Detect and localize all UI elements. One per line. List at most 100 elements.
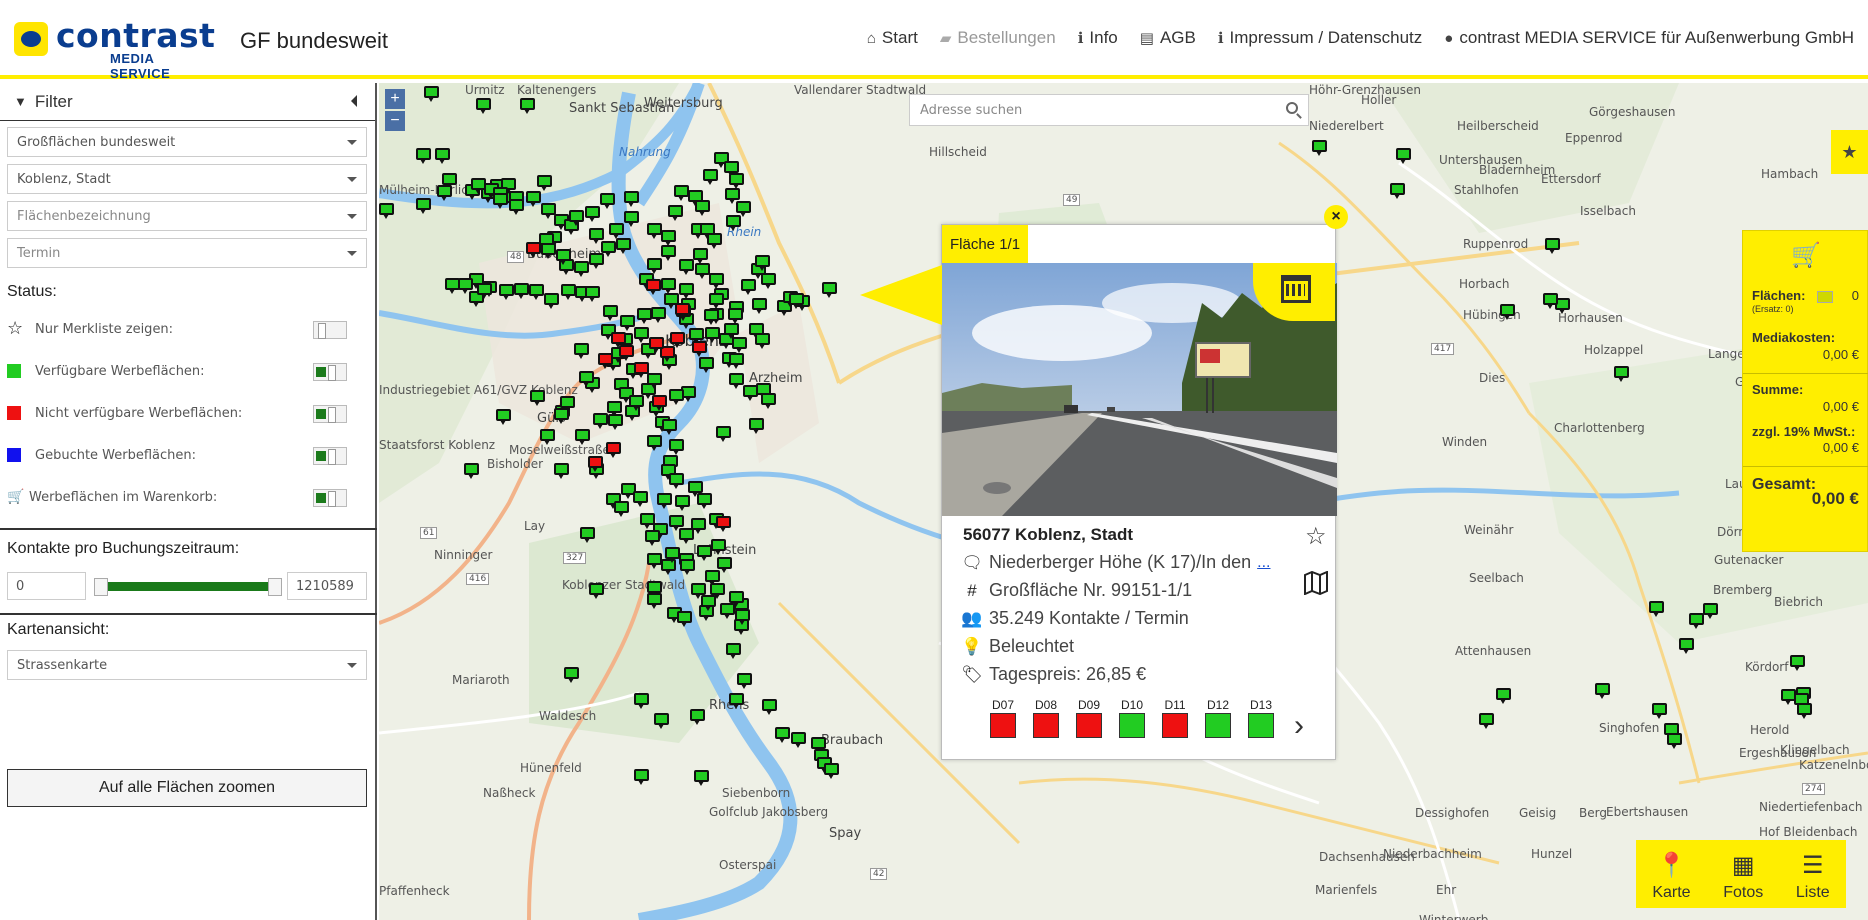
map-marker-icon[interactable] [649,337,664,353]
map-marker-icon[interactable] [1545,238,1560,254]
select-flaechenbezeichnung[interactable]: Flächenbezeichnung [7,201,367,231]
map-marker-icon[interactable] [1649,601,1664,617]
map-marker-icon[interactable] [598,353,613,369]
map-marker-icon[interactable] [554,463,569,479]
map-marker-icon[interactable] [669,473,684,489]
map-marker-icon[interactable] [526,191,541,207]
map-marker-icon[interactable] [749,418,764,434]
map-icon[interactable] [1304,571,1328,595]
zoom-in-button[interactable]: + [385,89,405,109]
location-more-link[interactable]: ... [1257,554,1270,572]
day-status-box[interactable] [1119,713,1145,738]
map-marker-icon[interactable] [634,769,649,785]
map-marker-icon[interactable] [609,223,624,239]
map-marker-icon[interactable] [1790,655,1805,671]
map-marker-icon[interactable] [1543,293,1558,309]
map-marker-icon[interactable] [477,283,492,299]
nav-info[interactable]: ℹ Info [1078,28,1118,48]
map-marker-icon[interactable] [585,286,600,302]
map-marker-icon[interactable] [654,713,669,729]
map-marker-icon[interactable] [526,242,541,258]
day-cell[interactable]: D08 [1033,698,1059,738]
view-fotos-button[interactable]: ▦ Fotos [1723,852,1763,902]
map-marker-icon[interactable] [464,463,479,479]
day-status-box[interactable] [1033,713,1059,738]
map-marker-icon[interactable] [634,693,649,709]
map-marker-icon[interactable] [544,293,559,309]
map-marker-icon[interactable] [675,303,690,319]
map-marker-icon[interactable] [603,305,618,321]
map-marker-icon[interactable] [724,323,739,339]
map-marker-icon[interactable] [619,345,634,361]
zoom-out-button[interactable]: − [385,111,405,131]
map-marker-icon[interactable] [614,501,629,517]
map-marker-icon[interactable] [741,279,756,295]
day-cell[interactable]: D09 [1076,698,1102,738]
contrast-logo[interactable]: contrast MEDIA SERVICE [14,16,215,81]
map-marker-icon[interactable] [496,409,511,425]
toggle-gebucht[interactable] [313,447,347,465]
map-marker-icon[interactable] [458,278,473,294]
map-marker-icon[interactable] [634,362,649,378]
map-marker-icon[interactable] [624,211,639,227]
map-marker-icon[interactable] [728,308,743,324]
map-marker-icon[interactable] [690,709,705,725]
map-marker-icon[interactable] [647,373,662,389]
map-marker-icon[interactable] [588,456,603,472]
map-marker-icon[interactable] [589,583,604,599]
map-marker-icon[interactable] [789,293,804,309]
filter-header[interactable]: ▼ Filter [0,83,375,121]
map-marker-icon[interactable] [716,426,731,442]
map-marker-icon[interactable] [674,185,689,201]
map-marker-icon[interactable] [736,201,751,217]
map-marker-icon[interactable] [717,557,732,573]
map-marker-icon[interactable] [822,282,837,298]
toggle-warenkorb[interactable] [313,489,347,507]
map-marker-icon[interactable] [724,161,739,177]
map-marker-icon[interactable] [762,699,777,715]
map-marker-icon[interactable] [647,223,662,239]
collapse-icon[interactable] [351,95,357,107]
day-cell[interactable]: D10 [1119,698,1145,738]
select-termin[interactable]: Termin [7,238,367,268]
map-marker-icon[interactable] [1689,613,1704,629]
map-marker-icon[interactable] [711,539,726,555]
view-liste-button[interactable]: ☰ Liste [1796,852,1830,902]
map-marker-icon[interactable] [647,553,662,569]
search-icon[interactable] [1286,102,1298,114]
map-marker-icon[interactable] [424,86,439,102]
toggle-merkliste[interactable] [313,321,347,339]
map-marker-icon[interactable] [647,258,662,274]
day-cell[interactable]: D07 [990,698,1016,738]
popup-close-button[interactable]: × [1324,205,1348,229]
map-marker-icon[interactable] [541,203,556,219]
map-marker-icon[interactable] [509,199,524,215]
map-marker-icon[interactable] [699,357,714,373]
map-marker-icon[interactable] [732,337,747,353]
map-marker-icon[interactable] [688,481,703,497]
map-marker-icon[interactable] [661,245,676,261]
map-marker-icon[interactable] [665,547,680,563]
map-marker-icon[interactable] [679,259,694,275]
map-marker-icon[interactable] [647,435,662,451]
map-marker-icon[interactable] [575,429,590,445]
map-marker-icon[interactable] [601,241,616,257]
map-marker-icon[interactable] [679,283,694,299]
map-marker-icon[interactable] [661,278,676,294]
map-marker-icon[interactable] [416,198,431,214]
map-marker-icon[interactable] [729,591,744,607]
map-marker-icon[interactable] [616,238,631,254]
map-marker-icon[interactable] [1500,304,1515,320]
map-marker-icon[interactable] [735,609,750,625]
map-marker-icon[interactable] [1396,148,1411,164]
map-marker-icon[interactable] [529,284,544,300]
map-marker-icon[interactable] [677,611,692,627]
map-marker-icon[interactable] [540,429,555,445]
map-marker-icon[interactable] [634,327,649,343]
nav-start[interactable]: ⌂ Start [867,28,918,48]
map-marker-icon[interactable] [629,395,644,411]
map-marker-icon[interactable] [1312,140,1327,156]
map-marker-icon[interactable] [662,419,677,435]
map-marker-icon[interactable] [691,583,706,599]
map-marker-icon[interactable] [585,206,600,222]
